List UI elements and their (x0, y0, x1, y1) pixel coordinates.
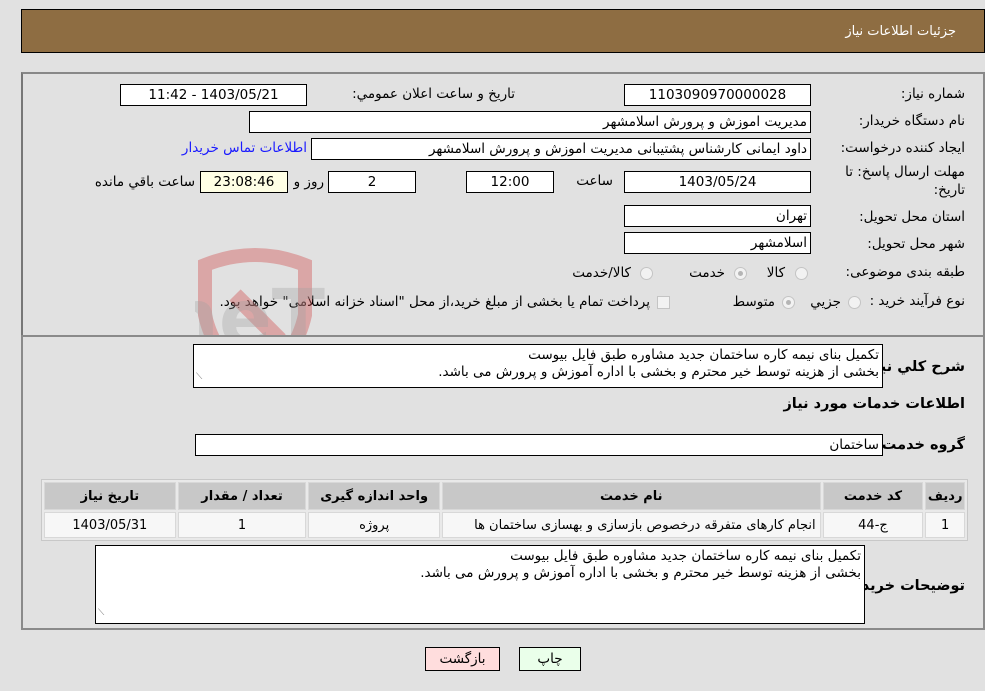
treasury-checkbox[interactable] (657, 296, 670, 309)
process-option-minor: جزيي (810, 294, 841, 310)
announce-field: 1403/05/21 - 11:42 (120, 84, 307, 106)
buyer-notes-line-1: تکمیل بنای نیمه کاره ساختمان جدید مشاوره… (510, 548, 861, 564)
back-button[interactable]: بازگشت (425, 647, 500, 671)
category-option-service: خدمت (689, 265, 725, 281)
deadline-label-2: تاریخ: (933, 182, 965, 198)
need-details-panel: شرح کلي نیاز: تکمیل بنای نیمه کاره ساختم… (21, 335, 985, 630)
category-label: طبقه بندی موضوعی: (845, 264, 965, 280)
buyer-notes-textarea[interactable]: تکمیل بنای نیمه کاره ساختمان جدید مشاوره… (95, 545, 865, 624)
days-label: روز و (293, 174, 324, 190)
need-info-panel: شماره نیاز: 1103090970000028 تاریخ و ساع… (21, 72, 985, 338)
cell-service-name: انجام کارهای متفرقه درخصوص بازسازی و بهس… (441, 512, 821, 538)
col-need-date: تاریخ نیاز (44, 482, 176, 510)
description-textarea[interactable]: تکمیل بنای نیمه کاره ساختمان جدید مشاوره… (193, 344, 883, 388)
buyer-contact-link[interactable]: اطلاعات تماس خریدار (182, 140, 307, 156)
province-label: استان محل تحویل: (859, 209, 965, 225)
deadline-date-field: 1403/05/24 (624, 171, 811, 193)
category-radio-goods-service[interactable] (640, 267, 653, 280)
days-remaining-field: 2 (328, 171, 416, 193)
category-radio-service[interactable] (734, 267, 747, 280)
buyer-org-field: مدیریت اموزش و پرورش اسلامشهر (249, 111, 811, 133)
resize-grip-icon[interactable]: ⟋ (98, 605, 104, 622)
description-line-1: تکمیل بنای نیمه کاره ساختمان جدید مشاوره… (528, 347, 879, 363)
category-radio-goods[interactable] (795, 267, 808, 280)
treasury-note: پرداخت تمام یا بخشی از مبلغ خرید،از محل … (219, 294, 650, 310)
need-number-field: 1103090970000028 (624, 84, 811, 106)
process-radio-minor[interactable] (848, 296, 861, 309)
buyer-org-label: نام دستگاه خریدار: (858, 113, 965, 129)
cell-need-date: 1403/05/31 (44, 512, 176, 538)
cell-quantity: 1 (177, 512, 307, 538)
buyer-notes-line-2: بخشی از هزینه توسط خیر محترم و بخشی با ا… (420, 565, 861, 581)
requester-field: داود ایمانی کارشناس پشتیبانی مدیریت اموز… (311, 138, 811, 160)
table-header-row: ردیف کد خدمت نام خدمت واحد اندازه گیری ت… (44, 482, 965, 510)
time-remaining-field: 23:08:46 (200, 171, 288, 193)
col-quantity: تعداد / مقدار (177, 482, 307, 510)
province-field: تهران (624, 205, 811, 227)
description-line-2: بخشی از هزینه توسط خیر محترم و بخشی با ا… (438, 364, 879, 380)
resize-grip-icon[interactable]: ⟋ (196, 369, 202, 386)
deadline-time-label: ساعت (576, 173, 613, 189)
process-label: نوع فرآیند خرید : (869, 293, 965, 309)
col-service-name: نام خدمت (441, 482, 821, 510)
city-label: شهر محل تحویل: (867, 236, 965, 252)
col-unit: واحد اندازه گیری (308, 482, 440, 510)
process-radio-medium[interactable] (782, 296, 795, 309)
services-heading: اطلاعات خدمات مورد نیاز (783, 396, 965, 412)
deadline-label: مهلت ارسال پاسخ: تا (845, 164, 965, 180)
services-table: ردیف کد خدمت نام خدمت واحد اندازه گیری ت… (41, 479, 968, 541)
deadline-time-field: 12:00 (466, 171, 554, 193)
requester-label: ایجاد کننده درخواست: (840, 140, 965, 156)
col-row-number: ردیف (925, 482, 965, 510)
page-title: جزئیات اطلاعات نیاز (845, 23, 956, 39)
page-header: جزئیات اطلاعات نیاز (21, 9, 985, 53)
col-service-code: کد خدمت (822, 482, 924, 510)
cell-row-number: 1 (925, 512, 965, 538)
category-option-goods: کالا (766, 265, 785, 281)
print-button[interactable]: چاپ (519, 647, 581, 671)
cell-unit: پروژه (308, 512, 440, 538)
service-group-field: ساختمان (195, 434, 883, 456)
service-group-label: گروه خدمت: (875, 437, 965, 453)
table-row: 1 ج-44 انجام کارهای متفرقه درخصوص بازساز… (44, 512, 965, 538)
announce-label: تاریخ و ساعت اعلان عمومي: (352, 86, 515, 102)
cell-service-code: ج-44 (822, 512, 924, 538)
process-option-medium: متوسط (732, 294, 775, 310)
city-field: اسلامشهر (624, 232, 811, 254)
time-remaining-label: ساعت باقي مانده (94, 174, 195, 190)
need-number-label: شماره نیاز: (900, 86, 965, 102)
category-option-goods-service: کالا/خدمت (572, 265, 631, 281)
